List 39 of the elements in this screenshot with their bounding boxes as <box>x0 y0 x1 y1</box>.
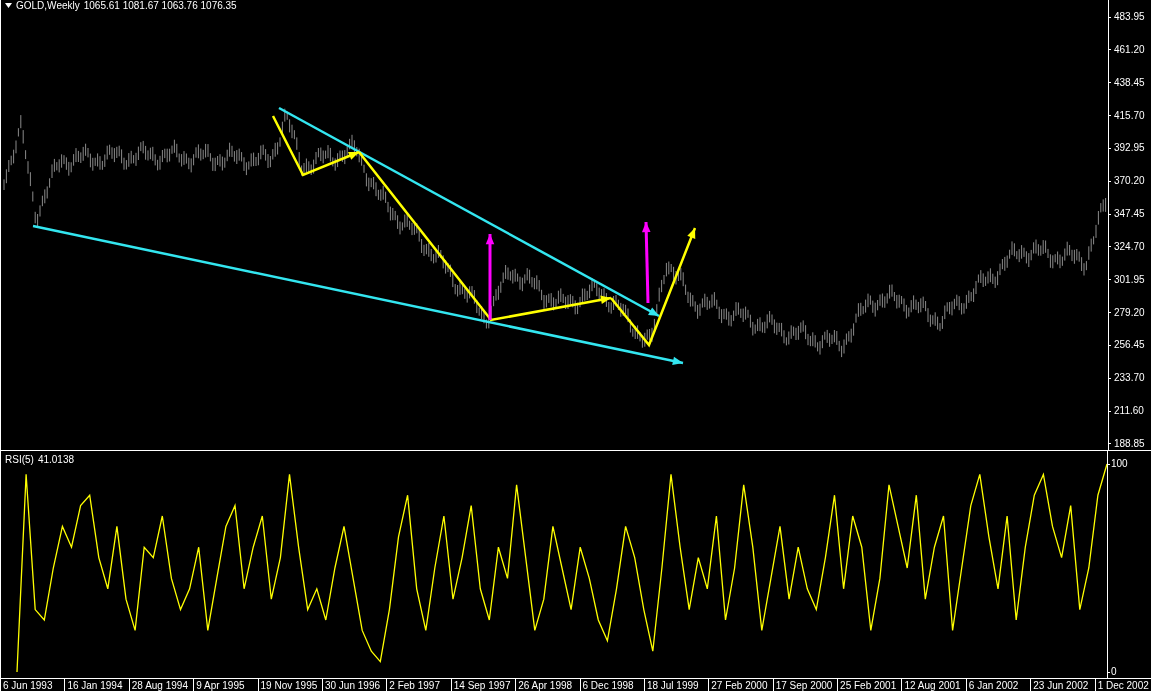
time-axis-label: 6 Jun 1993 <box>0 679 65 691</box>
time-axis-label: 17 Sep 2000 <box>772 679 838 691</box>
indicator-reading: 41.0138 <box>37 454 75 465</box>
price-axis-label: 483.95 <box>1114 11 1145 23</box>
rsi-axis-label: 0 <box>1111 666 1117 678</box>
time-axis-label: 14 Sep 1997 <box>450 679 516 691</box>
price-axis-label: 256.45 <box>1114 339 1145 352</box>
time-axis-label: 27 Feb 2000 <box>708 679 773 691</box>
price-axis-label: 415.70 <box>1114 109 1145 122</box>
price-axis-label: 301.95 <box>1114 273 1145 286</box>
time-axis-label: 26 Apr 1998 <box>515 679 580 691</box>
time-axis-label: 19 Nov 1995 <box>257 679 322 691</box>
price-axis-label: 392.95 <box>1114 142 1145 155</box>
dropdown-icon[interactable] <box>5 3 12 8</box>
indicator-name: RSI(5) <box>5 454 34 465</box>
time-axis-label: 12 Aug 2001 <box>901 679 966 691</box>
price-axis-label: 370.20 <box>1114 175 1145 188</box>
time-axis-label: 6 Jan 2002 <box>965 679 1031 691</box>
time-axis-label: 16 Jan 1994 <box>64 679 129 691</box>
price-axis-label: 438.45 <box>1114 76 1145 89</box>
time-axis-label: 6 Dec 1998 <box>579 679 644 691</box>
symbol-label: GOLD,Weekly <box>16 0 80 11</box>
ohlc-values: 1065.61 1081.67 1063.76 1076.35 <box>83 0 237 11</box>
time-axis-label: 28 Aug 1994 <box>128 679 194 691</box>
rsi-axis-label: 100 <box>1111 458 1128 470</box>
time-axis-label: 23 Jun 2002 <box>1030 679 1095 691</box>
price-axis-label: 233.70 <box>1114 372 1145 385</box>
price-axis-label: 324.70 <box>1114 240 1145 253</box>
time-axis-label: 30 Jun 1996 <box>321 679 387 691</box>
time-axis-label: 25 Feb 2001 <box>837 679 902 691</box>
time-axis-label: 1 Dec 2002 <box>1094 679 1151 691</box>
time-axis-label: 9 Apr 1995 <box>193 679 258 691</box>
price-axis-label: 211.60 <box>1114 405 1144 418</box>
price-axis-label: 188.85 <box>1114 437 1145 450</box>
price-axis-label: 279.20 <box>1114 306 1145 319</box>
time-axis-label: 2 Feb 1997 <box>386 679 451 691</box>
price-axis-label: 461.20 <box>1114 43 1145 56</box>
price-axis-label: 347.45 <box>1114 208 1145 221</box>
time-axis-label: 18 Jul 1999 <box>643 679 709 691</box>
